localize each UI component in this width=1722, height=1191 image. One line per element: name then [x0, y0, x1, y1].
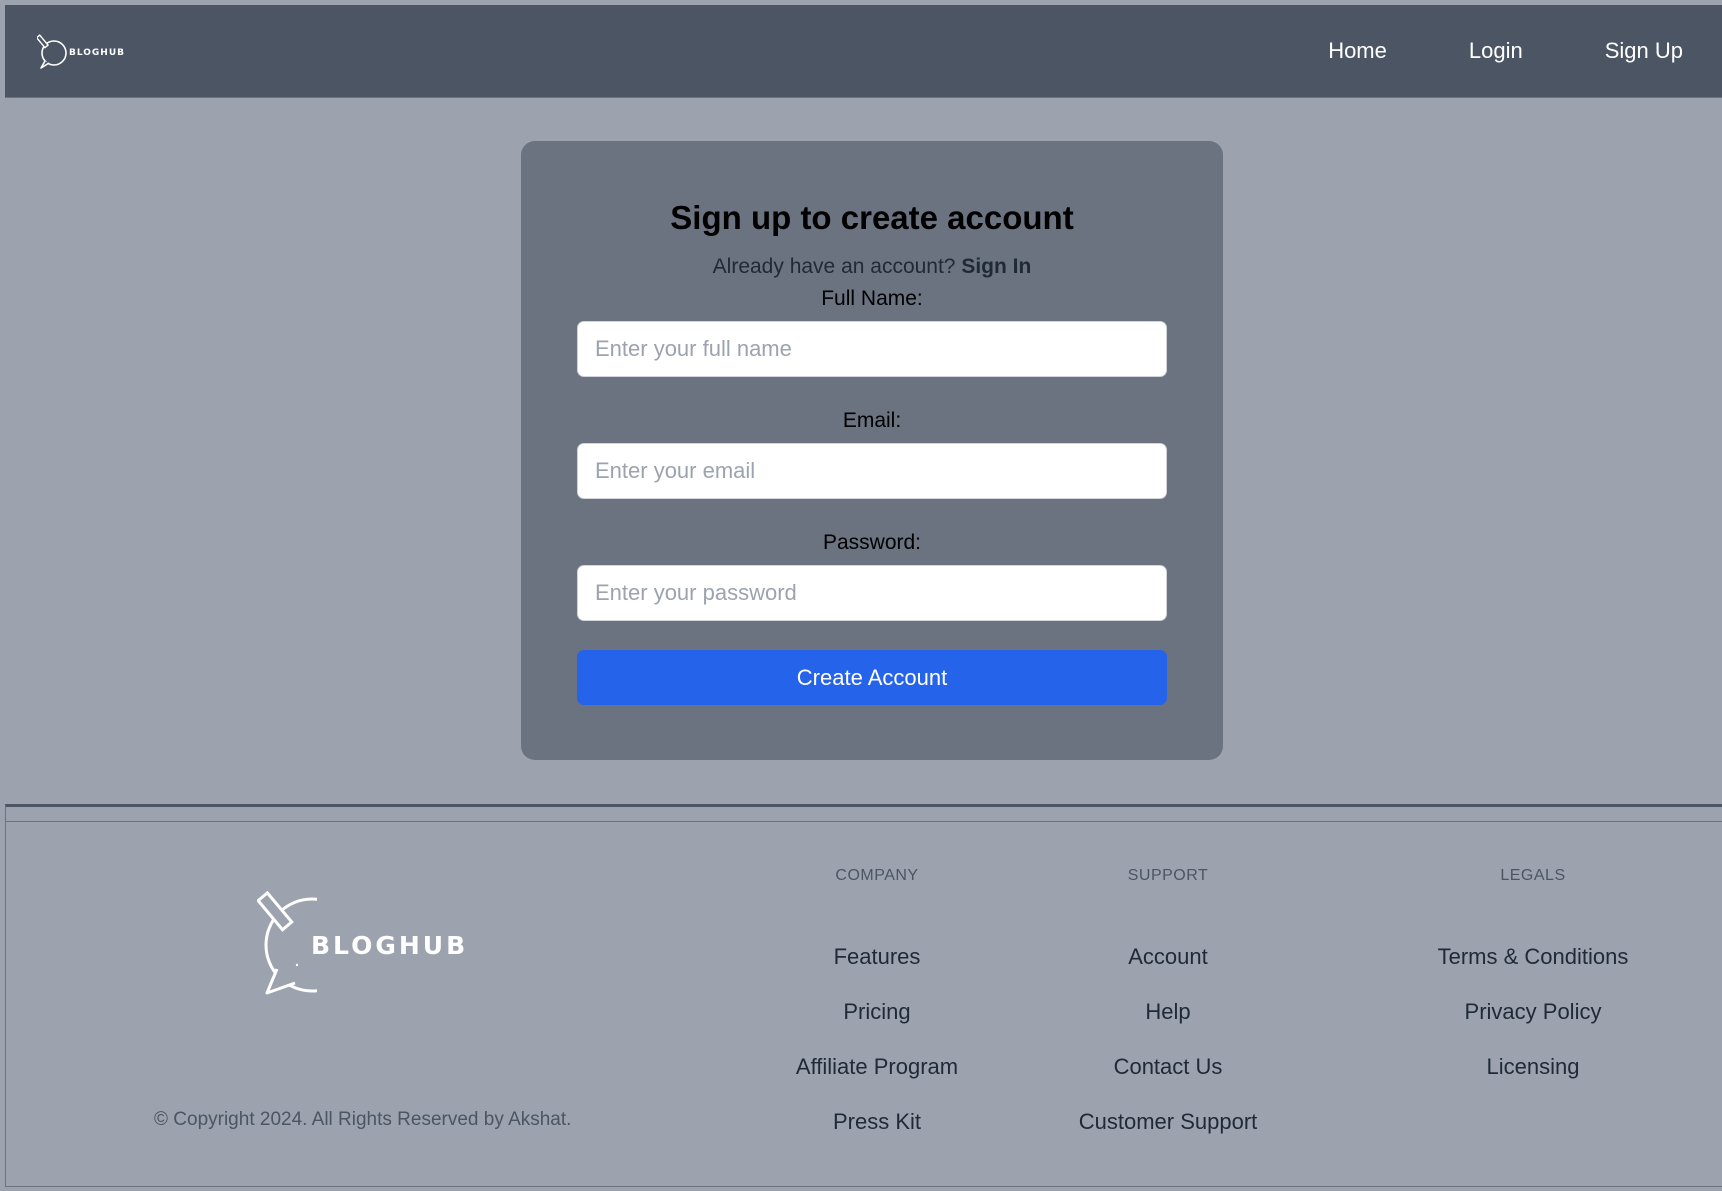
signin-prompt: Already have an account? Sign In	[521, 255, 1223, 279]
signup-card: Sign up to create account Already have a…	[521, 141, 1223, 760]
footer-column-company: COMPANY Features Pricing Affiliate Progr…	[762, 867, 992, 1164]
footer-link-pricing[interactable]: Pricing	[762, 999, 992, 1054]
signin-prompt-text: Already have an account?	[712, 255, 956, 278]
footer-column-heading: LEGALS	[1500, 867, 1566, 884]
footer-link-help[interactable]: Help	[1043, 999, 1293, 1054]
nav-link-home[interactable]: Home	[1328, 38, 1387, 64]
signup-title: Sign up to create account	[670, 199, 1074, 236]
footer-link-affiliate-program[interactable]: Affiliate Program	[762, 1054, 992, 1109]
speech-bubble-pen-icon	[257, 890, 317, 995]
footer-column-support: SUPPORT Account Help Contact Us Customer…	[1043, 867, 1293, 1164]
footer-divider	[6, 821, 1722, 822]
password-label: Password:	[822, 531, 922, 554]
top-navbar: BLOGHUB Home Login Sign Up	[5, 5, 1722, 98]
nav-links: Home Login Sign Up	[1328, 38, 1683, 64]
create-account-button[interactable]: Create Account	[577, 650, 1167, 705]
footer-link-terms-conditions[interactable]: Terms & Conditions	[1398, 944, 1668, 999]
page: BLOGHUB Home Login Sign Up Sign up to cr…	[0, 0, 1722, 1191]
footer-column-heading: COMPANY	[835, 867, 919, 884]
footer-link-account[interactable]: Account	[1043, 944, 1293, 999]
footer-brand-logo[interactable]: BLOGHUB	[257, 889, 468, 1001]
email-label: Email:	[842, 409, 902, 432]
footer-link-privacy-policy[interactable]: Privacy Policy	[1398, 999, 1668, 1054]
speech-bubble-pen-icon	[37, 34, 67, 69]
footer-link-features[interactable]: Features	[762, 944, 992, 999]
brand-name: BLOGHUB	[69, 48, 126, 58]
footer-column-heading: SUPPORT	[1127, 867, 1209, 884]
email-input[interactable]	[577, 443, 1167, 499]
footer-link-licensing[interactable]: Licensing	[1398, 1054, 1668, 1109]
footer-link-customer-support[interactable]: Customer Support	[1043, 1109, 1293, 1164]
footer: BLOGHUB © Copyright 2024. All Rights Res…	[5, 804, 1722, 1187]
full-name-input[interactable]	[577, 321, 1167, 377]
nav-link-signup[interactable]: Sign Up	[1605, 38, 1683, 64]
brand-logo[interactable]: BLOGHUB	[37, 32, 125, 70]
footer-column-legals: LEGALS Terms & Conditions Privacy Policy…	[1398, 867, 1668, 1109]
footer-link-press-kit[interactable]: Press Kit	[762, 1109, 992, 1164]
signin-link[interactable]: Sign In	[961, 255, 1031, 278]
password-input[interactable]	[577, 565, 1167, 621]
full-name-label: Full Name:	[821, 287, 923, 310]
footer-link-contact-us[interactable]: Contact Us	[1043, 1054, 1293, 1109]
nav-link-login[interactable]: Login	[1469, 38, 1523, 64]
copyright-text: © Copyright 2024. All Rights Reserved by…	[154, 1109, 572, 1130]
footer-brand-name: BLOGHUB	[311, 930, 469, 960]
